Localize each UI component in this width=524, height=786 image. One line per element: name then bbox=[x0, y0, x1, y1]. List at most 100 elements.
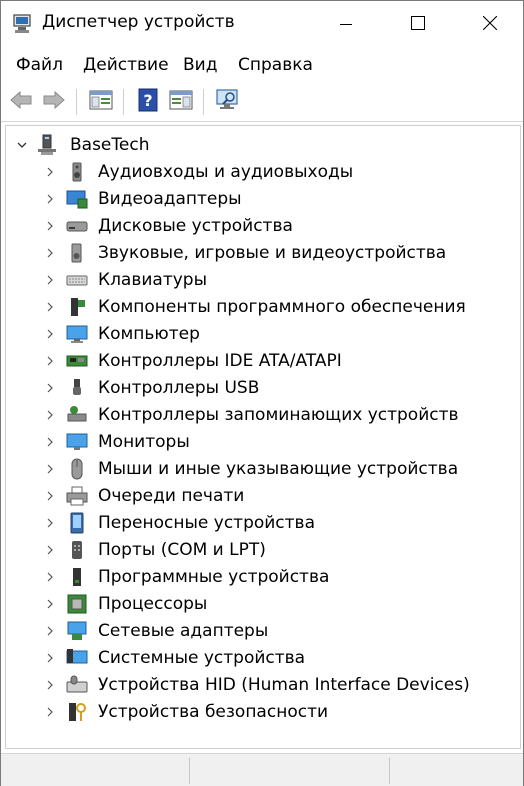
chevron-right-icon[interactable] bbox=[44, 355, 56, 367]
menu-bar: Файл Действие Вид Справка bbox=[1, 51, 523, 81]
tree-category-label: Порты (COM и LPT) bbox=[98, 540, 266, 560]
back-button[interactable] bbox=[6, 88, 36, 116]
chevron-right-icon[interactable] bbox=[44, 598, 56, 610]
tree-category-item[interactable]: Устройства безопасности bbox=[6, 699, 518, 726]
speaker-icon bbox=[66, 161, 88, 183]
tree-category-item[interactable]: Компьютер bbox=[6, 321, 518, 348]
chevron-right-icon[interactable] bbox=[44, 436, 56, 448]
sound-icon bbox=[66, 242, 88, 264]
scan-hardware-changes-button[interactable] bbox=[213, 88, 243, 116]
maximize-button[interactable] bbox=[395, 1, 441, 47]
tree-category-label: Устройства безопасности bbox=[98, 702, 329, 722]
tree-category-item[interactable]: Переносные устройства bbox=[6, 510, 518, 537]
show-hide-console-tree-button[interactable] bbox=[86, 88, 116, 116]
tree-category-item[interactable]: Очереди печати bbox=[6, 483, 518, 510]
chevron-right-icon[interactable] bbox=[44, 409, 56, 421]
tree-category-item[interactable]: Клавиатуры bbox=[6, 267, 518, 294]
chevron-down-icon[interactable] bbox=[16, 139, 28, 151]
tree-category-label: Видеоадаптеры bbox=[98, 189, 242, 209]
tree-category-label: Звуковые, игровые и видеоустройства bbox=[98, 243, 447, 263]
tree-category-item[interactable]: Контроллеры IDE ATA/ATAPI bbox=[6, 348, 518, 375]
tree-category-label: Дисковые устройства bbox=[98, 216, 293, 236]
tree-category-label: Клавиатуры bbox=[98, 270, 208, 290]
ide-controller-icon bbox=[66, 350, 88, 372]
tree-category-item[interactable]: Контроллеры запоминающих устройств bbox=[6, 402, 518, 429]
tree-category-item[interactable]: Аудиовходы и аудиовыходы bbox=[6, 159, 518, 186]
forward-button[interactable] bbox=[39, 88, 69, 116]
tree-category-item[interactable]: Видеоадаптеры bbox=[6, 186, 518, 213]
chevron-right-icon[interactable] bbox=[44, 544, 56, 556]
menu-help[interactable]: Справка bbox=[238, 55, 313, 75]
tree-category-item[interactable]: Порты (COM и LPT) bbox=[6, 537, 518, 564]
chevron-right-icon[interactable] bbox=[44, 517, 56, 529]
device-tree[interactable]: BaseTech Аудиовходы и аудиовыходы Видеоад… bbox=[5, 125, 521, 749]
printer-icon bbox=[66, 485, 88, 507]
mouse-icon bbox=[66, 458, 88, 480]
tree-category-label: Компоненты программного обеспечения bbox=[98, 297, 466, 317]
chevron-right-icon[interactable] bbox=[44, 328, 56, 340]
minimize-icon bbox=[340, 15, 352, 34]
chevron-right-icon[interactable] bbox=[44, 679, 56, 691]
chevron-right-icon[interactable] bbox=[44, 571, 56, 583]
tree-category-label: Контроллеры USB bbox=[98, 378, 260, 398]
tree-category-item[interactable]: Дисковые устройства bbox=[6, 213, 518, 240]
chevron-right-icon[interactable] bbox=[44, 220, 56, 232]
tree-root-label: BaseTech bbox=[70, 135, 150, 155]
tree-category-item[interactable]: Компоненты программного обеспечения bbox=[6, 294, 518, 321]
chevron-right-icon[interactable] bbox=[44, 625, 56, 637]
toolbar-separator bbox=[76, 89, 77, 115]
menu-file[interactable]: Файл bbox=[16, 55, 63, 75]
tree-category-item[interactable]: Контроллеры USB bbox=[6, 375, 518, 402]
chevron-right-icon[interactable] bbox=[44, 193, 56, 205]
usb-icon bbox=[66, 377, 88, 399]
minimize-button[interactable] bbox=[323, 1, 369, 47]
tree-category-label: Системные устройства bbox=[98, 648, 306, 668]
close-button[interactable] bbox=[467, 1, 513, 47]
tree-category-item[interactable]: Сетевые адаптеры bbox=[6, 618, 518, 645]
chevron-right-icon[interactable] bbox=[44, 166, 56, 178]
display-adapter-icon bbox=[66, 188, 88, 210]
tree-category-item[interactable]: Мыши и иные указывающие устройства bbox=[6, 456, 518, 483]
processor-icon bbox=[66, 593, 88, 615]
action-pane-button[interactable] bbox=[166, 88, 196, 116]
status-divider bbox=[189, 758, 190, 784]
chevron-right-icon[interactable] bbox=[44, 247, 56, 259]
tree-category-item[interactable]: Программные устройства bbox=[6, 564, 518, 591]
menu-action[interactable]: Действие bbox=[83, 55, 169, 75]
monitor-icon bbox=[66, 431, 88, 453]
tree-category-label: Процессоры bbox=[98, 594, 208, 614]
tree-category-item[interactable]: Мониторы bbox=[6, 429, 518, 456]
tree-category-item[interactable]: Системные устройства bbox=[6, 645, 518, 672]
software-device-icon bbox=[66, 566, 88, 588]
chevron-right-icon[interactable] bbox=[44, 652, 56, 664]
tree-category-item[interactable]: Звуковые, игровые и видеоустройства bbox=[6, 240, 518, 267]
status-bar bbox=[1, 753, 523, 786]
svg-text:?: ? bbox=[143, 91, 152, 110]
action-pane-icon bbox=[169, 89, 193, 115]
chevron-right-icon[interactable] bbox=[44, 463, 56, 475]
help-icon: ? bbox=[137, 88, 159, 116]
tree-category-label: Очереди печати bbox=[98, 486, 245, 506]
menu-view[interactable]: Вид bbox=[183, 55, 217, 75]
tree-category-label: Мыши и иные указывающие устройства bbox=[98, 459, 459, 479]
chevron-right-icon[interactable] bbox=[44, 274, 56, 286]
title-bar[interactable]: Диспетчер устройств bbox=[1, 1, 523, 47]
software-component-icon bbox=[66, 296, 88, 318]
chevron-right-icon[interactable] bbox=[44, 706, 56, 718]
help-button[interactable]: ? bbox=[133, 88, 163, 116]
chevron-right-icon[interactable] bbox=[44, 301, 56, 313]
tree-category-item[interactable]: Устройства HID (Human Interface Devices) bbox=[6, 672, 518, 699]
chevron-right-icon[interactable] bbox=[44, 490, 56, 502]
maximize-icon bbox=[411, 15, 425, 34]
tree-category-label: Аудиовходы и аудиовыходы bbox=[98, 162, 354, 182]
tree-category-item[interactable]: Процессоры bbox=[6, 591, 518, 618]
system-device-icon bbox=[66, 647, 88, 669]
network-adapter-icon bbox=[66, 620, 88, 642]
toolbar: ? bbox=[1, 83, 523, 122]
disk-drive-icon bbox=[66, 215, 88, 237]
chevron-right-icon[interactable] bbox=[44, 382, 56, 394]
status-divider bbox=[389, 758, 390, 784]
port-icon bbox=[66, 539, 88, 561]
tree-root[interactable]: BaseTech bbox=[6, 132, 518, 159]
computer-icon bbox=[66, 323, 88, 345]
